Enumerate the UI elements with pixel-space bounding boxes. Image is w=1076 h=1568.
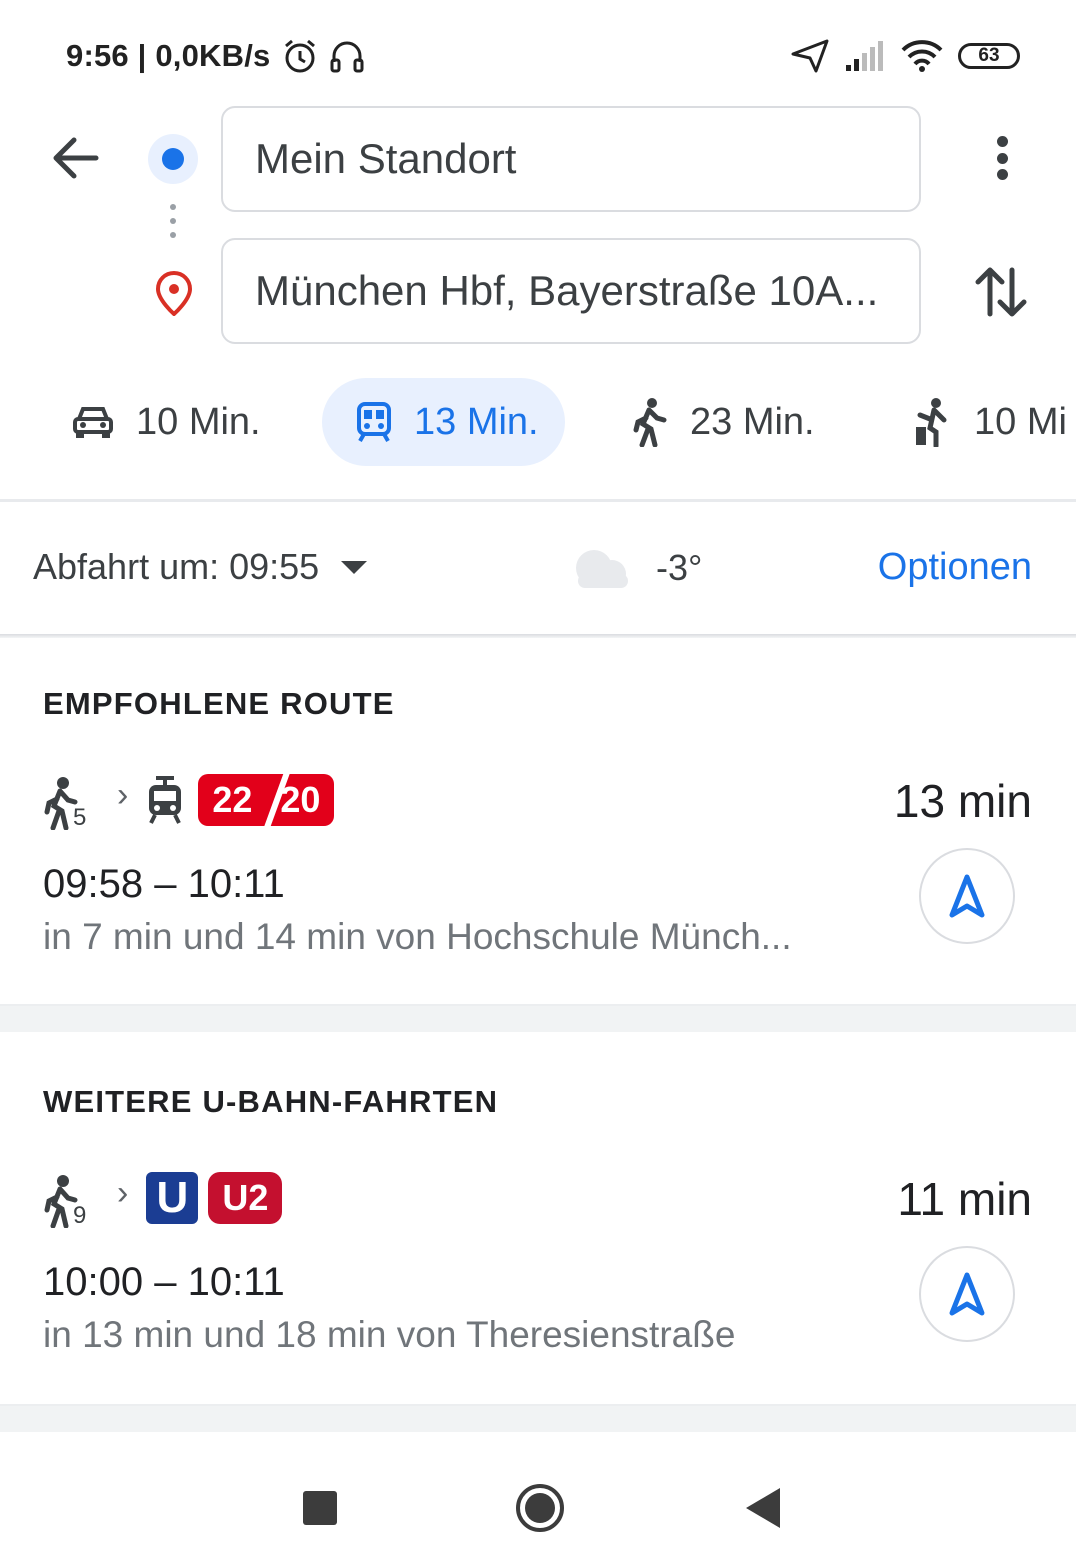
swap-vertical-icon [975,267,1027,317]
system-back-button[interactable] [746,1488,780,1528]
recommended-times: 09:58 – 10:11 [43,862,285,906]
ubahn-duration: 11 min [897,1173,1032,1225]
temperature: -3° [656,547,703,588]
dropdown-caret-icon [341,560,368,574]
back-button[interactable] [48,130,104,186]
section-separator [0,1004,1076,1032]
walk-icon [633,398,667,447]
recents-button[interactable] [303,1491,337,1525]
tram-line-badge: 22 20 [198,774,335,826]
ubahn-times: 10:00 – 10:11 [43,1260,285,1304]
ubahn-line-badge: U2 [208,1172,283,1224]
transit-icon [357,402,391,442]
walk-minutes: 9 [73,1202,87,1229]
chevron-right-icon: › [117,775,129,814]
arrow-back-icon [53,137,99,179]
route-connector-dots [170,204,178,246]
navigation-arrow-icon [949,874,985,918]
origin-input[interactable]: Mein Standort [221,106,921,212]
section-separator [0,1404,1076,1432]
walk-minutes: 5 [73,804,87,831]
departure-label: Abfahrt um: 09:55 [33,546,320,587]
car-icon [73,407,113,438]
mode-tab-car-label: 10 Min. [136,400,261,443]
travel-mode-tabs: 10 Min. 13 Min. 23 Min. 10 Mi [0,378,1076,468]
mode-tab-rideshare-label: 10 Mi [974,400,1067,443]
location-arrow-icon [791,39,829,73]
tram-icon [149,776,182,824]
home-button[interactable] [516,1484,564,1532]
ubahn-subtitle: in 13 min und 18 min von Theresienstraße [43,1314,736,1355]
swap-button[interactable] [972,262,1030,327]
tram-line-a: 22 [212,779,253,820]
divider [0,499,1076,502]
recommended-route-steps[interactable]: 5 › 22 20 [43,770,335,831]
alarm-icon [285,39,315,73]
signal-icon [846,41,883,71]
start-navigation-button[interactable] [919,1246,1015,1342]
status-left-icons [283,38,365,74]
cloud-icon [576,550,628,588]
start-navigation-button[interactable] [919,848,1015,944]
rideshare-icon [916,398,947,447]
walk-step: 5 [43,770,103,831]
options-button[interactable]: Optionen [878,546,1032,589]
headset-icon [330,41,364,73]
mode-tab-rideshare[interactable]: 10 Mi [912,378,1067,466]
ubahn-logo-icon: U [146,1172,199,1224]
ubahn-route-steps[interactable]: 9 › U U2 [43,1168,283,1229]
more-ubahn-section-title: WEITERE U-BAHN-FAHRTEN [43,1084,499,1119]
recommended-section-title: EMPFOHLENE ROUTE [43,686,395,721]
mode-tab-walk[interactable]: 23 Min. [632,378,815,466]
recommended-duration: 13 min [893,775,1032,827]
destination-input[interactable]: München Hbf, Bayerstraße 10A... [221,238,921,344]
recommended-subtitle: in 7 min und 14 min von Hochschule Münch… [43,916,792,957]
chevron-right-icon: › [117,1173,129,1212]
mode-tab-transit-label: 13 Min. [414,400,539,443]
divider [0,634,1076,638]
mode-tab-car[interactable]: 10 Min. [72,378,261,466]
battery-indicator: 63 [958,43,1020,69]
mode-tab-walk-label: 23 Min. [690,400,815,443]
departure-time-selector[interactable]: Abfahrt um: 09:55 [33,546,368,588]
status-right-icons: 63 [790,38,1020,74]
weather-info: -3° [568,546,702,590]
wifi-icon [901,40,943,72]
navigation-arrow-icon [949,1272,985,1316]
status-time: 9:56 | 0,0KB/s [66,38,271,73]
destination-pin-icon [153,270,195,321]
more-options-button[interactable] [980,128,1024,188]
tram-line-b: 20 [280,779,321,820]
system-navigation-bar [0,1440,1076,1568]
walk-step: 9 [43,1168,103,1229]
origin-marker-icon [148,134,198,184]
mode-tab-transit[interactable]: 13 Min. [322,378,565,466]
